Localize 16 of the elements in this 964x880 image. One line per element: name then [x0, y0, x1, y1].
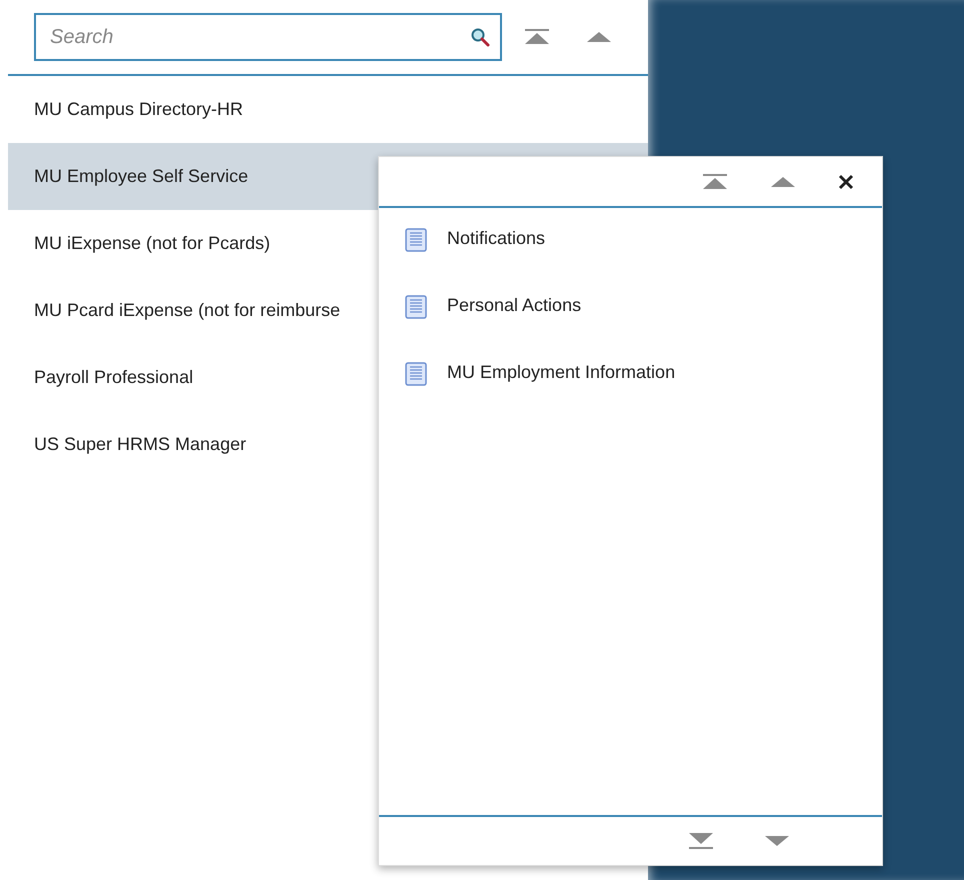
document-icon — [405, 362, 427, 386]
menu-item[interactable]: MU Campus Directory-HR — [8, 76, 648, 143]
search-field[interactable]: Search — [34, 13, 502, 61]
submenu-item[interactable]: MU Employment Information — [447, 362, 676, 383]
submenu-item[interactable]: Notifications — [447, 228, 546, 249]
submenu-item[interactable]: Personal Actions — [447, 295, 582, 316]
document-icon — [405, 228, 427, 252]
document-icon — [405, 295, 427, 319]
bottom-arrow-icon — [688, 833, 714, 849]
up-arrow-icon — [586, 32, 612, 42]
search-icon — [470, 27, 490, 47]
up-arrow-icon — [770, 176, 796, 186]
close-icon — [838, 174, 854, 190]
down-arrow-icon — [764, 836, 790, 846]
top-arrow-icon — [524, 29, 550, 45]
top-arrow-icon — [702, 174, 728, 190]
